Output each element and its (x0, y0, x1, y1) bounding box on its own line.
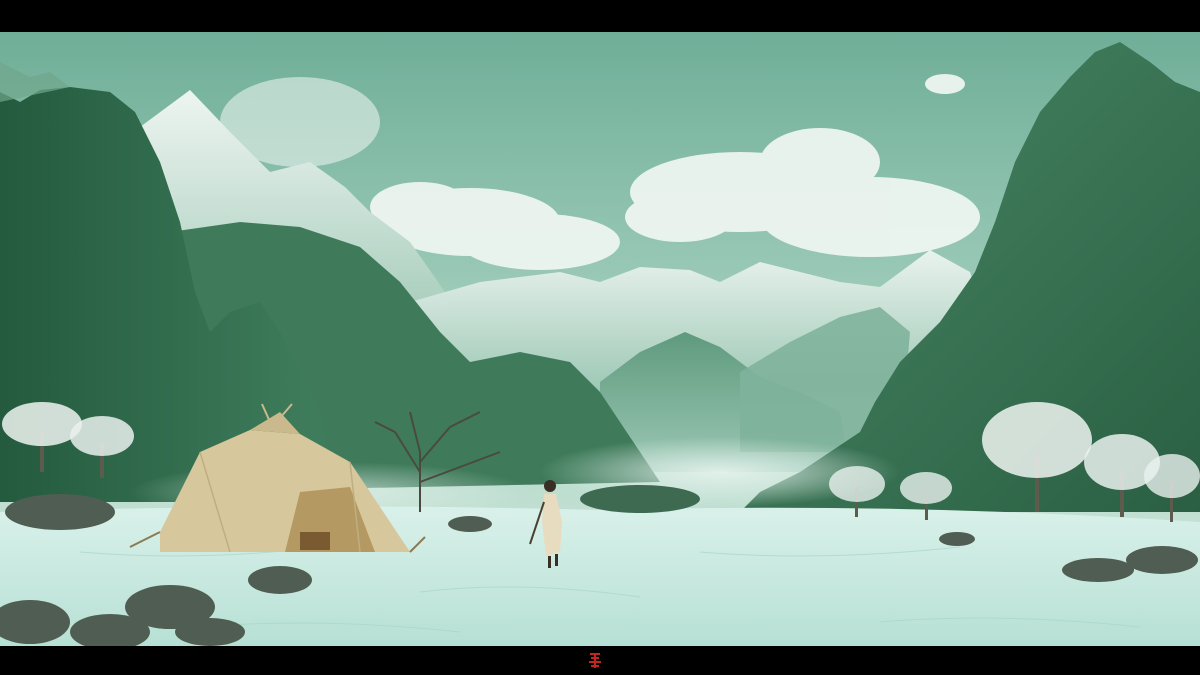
landscape-scene (0, 32, 1200, 646)
subtitle-bar (0, 650, 1200, 672)
letterbox-top (0, 0, 1200, 32)
seal-logo-icon (589, 653, 601, 668)
film-frame (0, 0, 1200, 675)
